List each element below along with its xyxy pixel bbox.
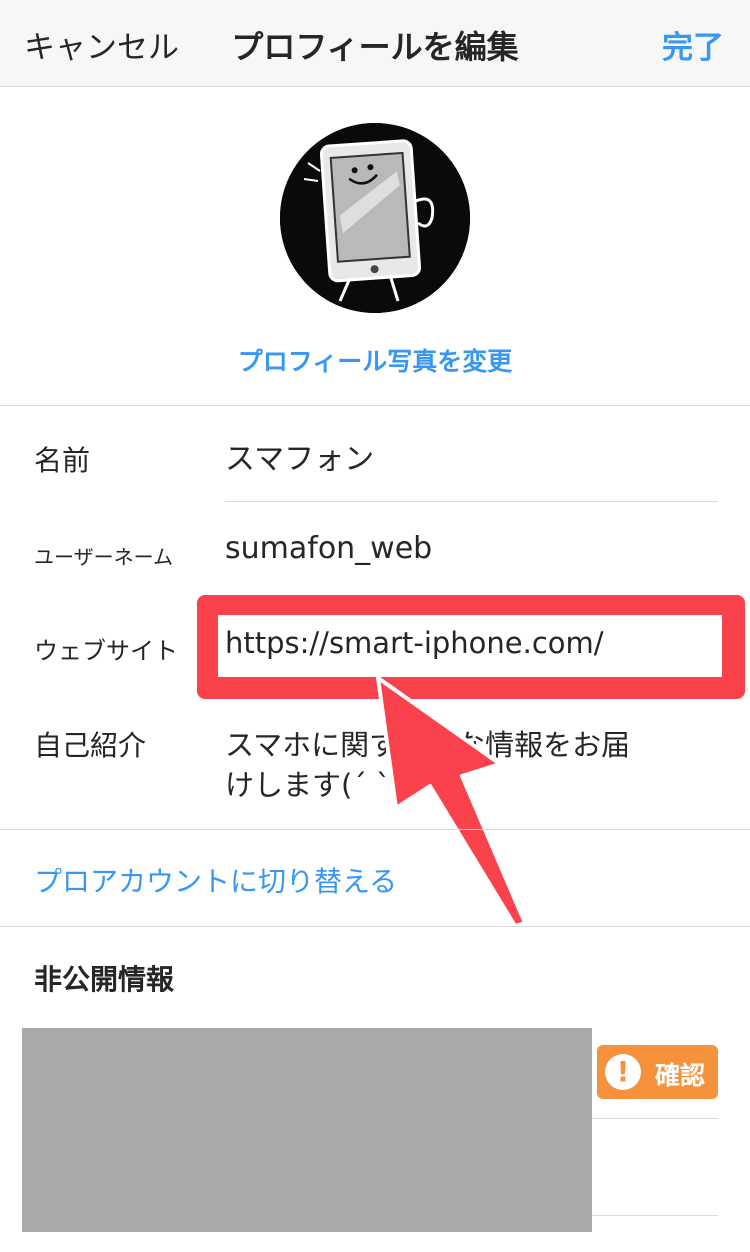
nav-bar: キャンセル プロフィールを編集 完了 xyxy=(0,0,750,87)
avatar[interactable] xyxy=(280,123,470,313)
tablet-character-icon xyxy=(280,123,470,313)
row-divider xyxy=(225,501,718,502)
change-photo-link[interactable]: プロフィール写真を変更 xyxy=(0,342,750,378)
section-divider xyxy=(0,926,750,927)
page-title: プロフィールを編集 xyxy=(231,28,519,66)
private-info-heading: 非公開情報 xyxy=(34,963,175,996)
username-field[interactable]: sumafon_web xyxy=(225,531,432,566)
redacted-block xyxy=(22,1028,592,1232)
name-field[interactable]: スマフォン xyxy=(225,434,374,478)
section-divider xyxy=(0,405,750,406)
confirm-label: 確認 xyxy=(655,1061,706,1090)
row-divider xyxy=(592,1215,718,1216)
section-divider xyxy=(0,829,750,830)
name-label: 名前 xyxy=(34,444,91,477)
warning-icon: ! xyxy=(605,1054,641,1090)
switch-pro-account-link[interactable]: プロアカウントに切り替える xyxy=(34,860,397,900)
website-label: ウェブサイト xyxy=(34,637,178,665)
done-button[interactable]: 完了 xyxy=(662,22,724,67)
bio-label: 自己紹介 xyxy=(34,729,147,762)
row-divider xyxy=(592,1118,718,1119)
confirm-button[interactable]: ! 確認 xyxy=(597,1045,718,1099)
website-field[interactable]: https://smart-iphone.com/ xyxy=(225,626,604,660)
username-label: ユーザーネーム xyxy=(34,545,173,569)
